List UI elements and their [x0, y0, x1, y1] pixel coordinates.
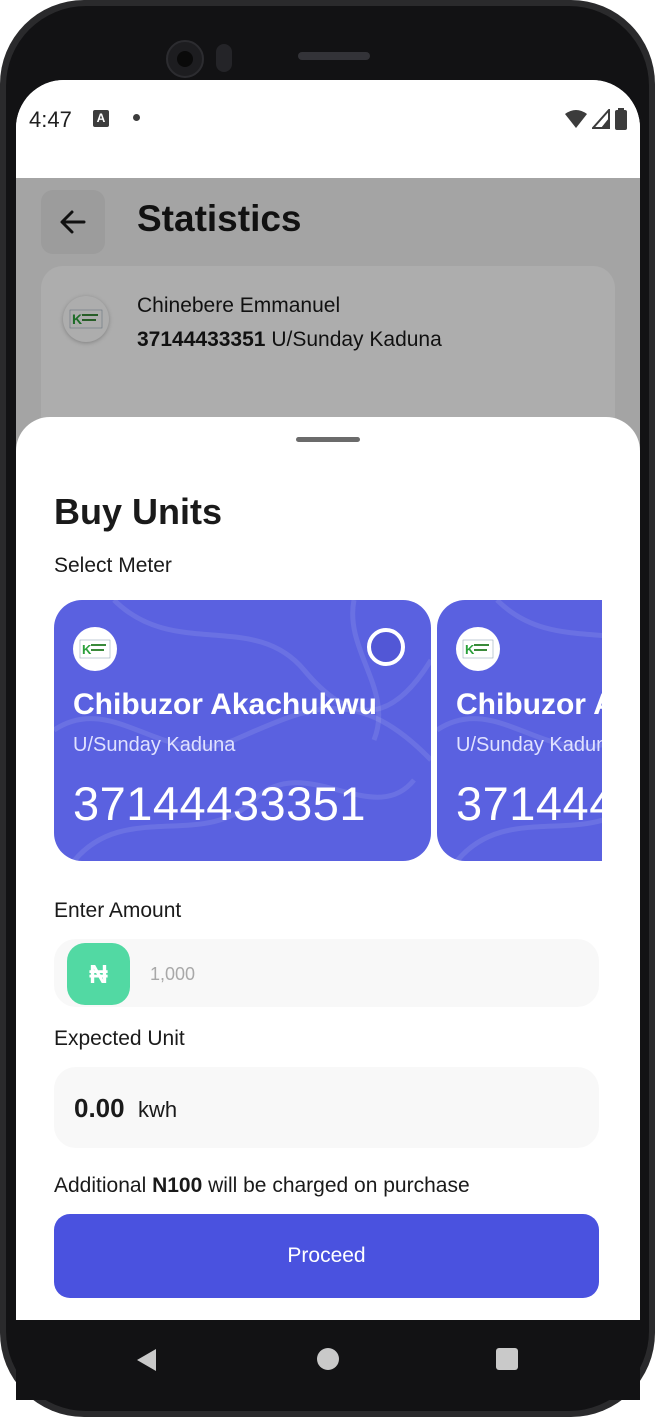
kaduna-electric-logo-icon: K — [73, 627, 117, 671]
kaduna-electric-logo-icon: K — [456, 627, 500, 671]
nav-recents-icon[interactable] — [496, 1348, 518, 1370]
status-icons — [564, 108, 628, 130]
charge-note-amount: N100 — [152, 1174, 203, 1197]
drag-handle[interactable] — [296, 437, 360, 442]
signal-icon — [592, 109, 610, 129]
meter-owner-name: Chibuzor Akachukwu — [73, 688, 377, 721]
naira-currency-icon: ₦ — [67, 943, 130, 1005]
earpiece-speaker — [298, 52, 370, 60]
expected-unit-suffix: kwh — [138, 1097, 178, 1122]
meter-card[interactable]: K Chibuzor Akachukwu U/Sunday Kaduna 371… — [437, 600, 602, 861]
buy-units-sheet: Buy Units Select Meter K Chibuzor Akachu… — [16, 417, 640, 1320]
status-bar: 4:47 A — [16, 80, 640, 178]
enter-amount-label: Enter Amount — [54, 899, 182, 922]
amount-field[interactable]: ₦ — [54, 939, 599, 1007]
amount-input[interactable] — [148, 953, 572, 995]
meter-location: U/Sunday Kaduna — [456, 734, 602, 756]
select-meter-label: Select Meter — [54, 554, 172, 577]
meter-location: U/Sunday Kaduna — [73, 734, 236, 756]
status-time: 4:47 — [29, 107, 72, 132]
meter-card[interactable]: K Chibuzor Akachukwu U/Sunday Kaduna 371… — [54, 600, 431, 861]
proximity-sensor — [216, 44, 232, 72]
charge-note: Additional N100 will be charged on purch… — [54, 1174, 470, 1198]
charge-note-suffix: will be charged on purchase — [208, 1174, 470, 1197]
proceed-button[interactable]: Proceed — [54, 1214, 599, 1298]
system-nav-bar — [16, 1320, 640, 1400]
wifi-icon — [565, 110, 587, 128]
notification-a-icon: A — [93, 110, 109, 127]
charge-note-prefix: Additional — [54, 1174, 147, 1197]
expected-unit-value: 0.00 — [74, 1093, 125, 1123]
meter-select-radio[interactable] — [367, 628, 405, 666]
expected-unit-label: Expected Unit — [54, 1027, 185, 1050]
meter-owner-name: Chibuzor Akachukwu — [456, 688, 602, 721]
screen: 4:47 A Statistics K Chinebere Emmanuel 3… — [16, 80, 640, 1320]
svg-text:K: K — [82, 642, 92, 657]
notification-dot-icon — [133, 114, 140, 121]
nav-home-icon[interactable] — [317, 1348, 339, 1370]
sheet-title: Buy Units — [54, 491, 223, 532]
meter-number: 37144433351 — [456, 777, 602, 830]
battery-icon — [615, 108, 627, 130]
front-camera — [166, 40, 204, 78]
meter-carousel[interactable]: K Chibuzor Akachukwu U/Sunday Kaduna 371… — [54, 600, 602, 862]
meter-number: 37144433351 — [73, 777, 367, 830]
svg-text:K: K — [465, 642, 475, 657]
nav-back-icon[interactable] — [135, 1348, 157, 1372]
expected-unit-display: 0.00 kwh — [54, 1067, 599, 1148]
